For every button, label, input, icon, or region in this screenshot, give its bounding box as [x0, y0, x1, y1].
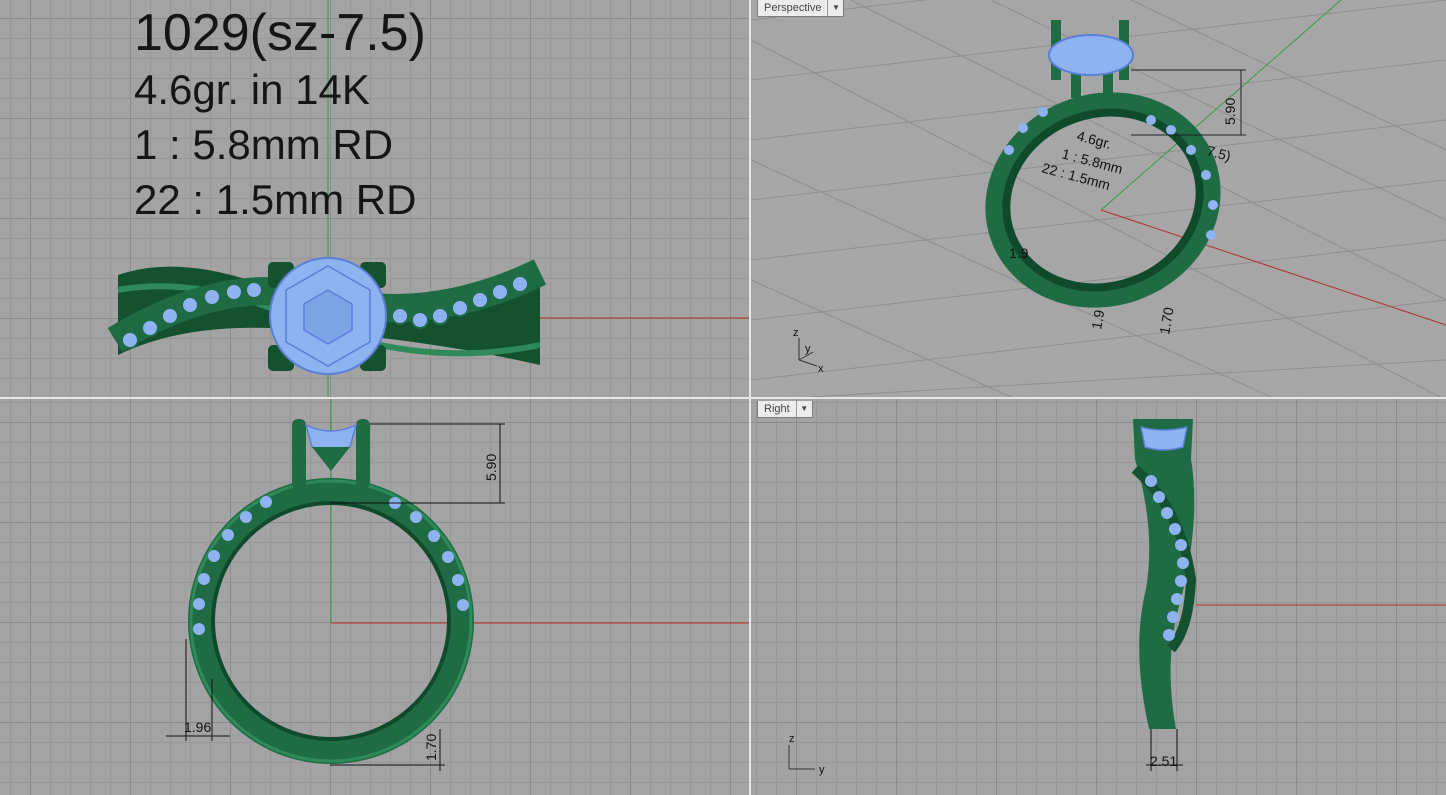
- persp-weight-text: 4.6gr.: [1075, 127, 1113, 152]
- right-axis-gizmo: [788, 745, 815, 770]
- specs-text-block: 1029(sz-7.5) 4.6gr. in 14K 1 : 5.8mm RD …: [134, 4, 426, 227]
- viewport-right[interactable]: 2.51 z y Right ▼: [751, 399, 1446, 795]
- persp-y-label: y: [805, 343, 811, 355]
- chevron-down-icon[interactable]: ▼: [827, 0, 843, 16]
- right-width-dim: 2.51: [1150, 753, 1177, 769]
- perspective-grid-and-ring: 5.90 4.6gr. 1 : 5.8mm 22 : 1.5mm 7.5) 1.…: [751, 0, 1446, 397]
- viewport-tab-perspective[interactable]: Perspective ▼: [757, 0, 845, 17]
- front-width-dim: 1.96: [184, 719, 211, 735]
- persp-small-dim: 1.9: [1088, 308, 1107, 330]
- right-z-label: z: [789, 733, 795, 745]
- persp-z-label: z: [793, 327, 799, 339]
- viewport-perspective[interactable]: 5.90 4.6gr. 1 : 5.8mm 22 : 1.5mm 7.5) 1.…: [751, 0, 1446, 397]
- weight-label: 4.6gr. in 14K: [134, 66, 370, 113]
- front-height-dim: 5.90: [483, 454, 499, 481]
- right-view-ring: 2.51 z y: [788, 419, 1446, 776]
- viewport-front[interactable]: 5.90 1.96 1.70: [0, 399, 749, 795]
- center-stone-label: 1 : 5.8mm RD: [134, 121, 394, 168]
- viewport-tab-right[interactable]: Right ▼: [757, 401, 813, 418]
- right-label: Right: [764, 403, 790, 415]
- perspective-label: Perspective: [764, 2, 822, 14]
- model-label: 1029(sz-7.5): [134, 4, 426, 62]
- persp-height-dim: 5.90: [1222, 98, 1238, 125]
- persp-width-dim: 1.9: [1009, 245, 1029, 261]
- side-stones-label: 22 : 1.5mm RD: [134, 176, 417, 223]
- viewport-divider-horizontal[interactable]: [0, 397, 1446, 399]
- viewport-top[interactable]: 1029(sz-7.5) 4.6gr. in 14K 1 : 5.8mm RD …: [0, 0, 749, 397]
- chevron-down-icon[interactable]: ▼: [795, 401, 812, 417]
- right-y-label: y: [819, 764, 825, 776]
- front-view-ring: 5.90 1.96 1.70: [166, 399, 749, 771]
- front-thickness-dim: 1.70: [423, 734, 439, 761]
- persp-x-label: x: [818, 363, 824, 375]
